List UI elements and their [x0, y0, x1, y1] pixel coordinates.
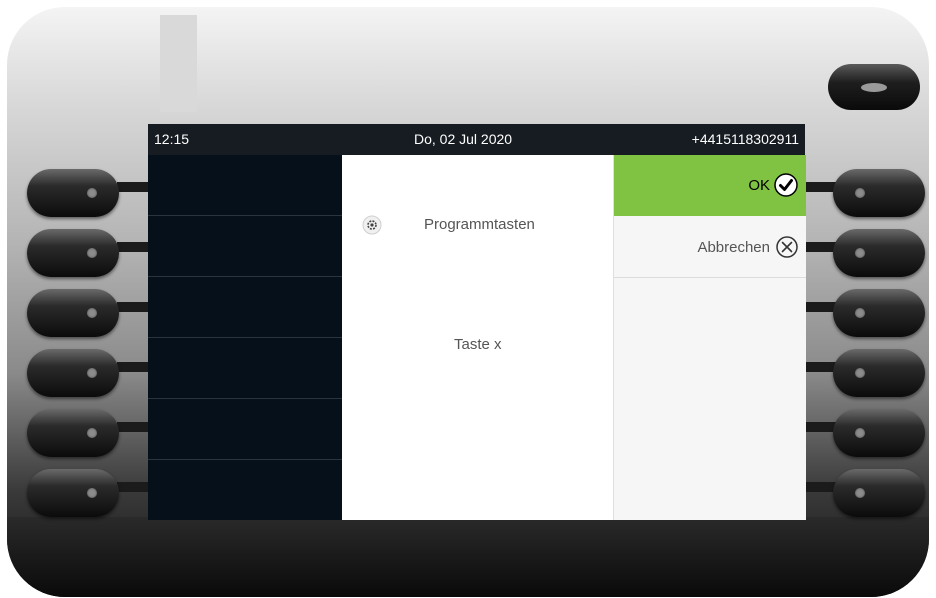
left-key-1[interactable] [27, 169, 119, 217]
status-bar: 12:15 Do, 02 Jul 2020 +4415118302911 [148, 124, 805, 155]
key-led [855, 368, 865, 378]
ok-button-label: OK [748, 177, 770, 194]
left-key-slot-5[interactable] [148, 399, 342, 460]
right-key-5[interactable] [833, 409, 925, 457]
key-led [855, 308, 865, 318]
content-pane: Programmtasten Taste x [342, 155, 613, 520]
key-stem [803, 362, 837, 372]
display-screen: 12:15 Do, 02 Jul 2020 +4415118302911 Pro… [148, 124, 806, 520]
x-circle-icon [776, 236, 798, 258]
key-led [87, 488, 97, 498]
key-led [87, 428, 97, 438]
right-key-6[interactable] [833, 469, 925, 517]
key-stem [803, 182, 837, 192]
cancel-button[interactable]: Abbrechen [614, 216, 806, 278]
left-key-slot-2[interactable] [148, 216, 342, 277]
ok-button[interactable]: OK [614, 155, 806, 216]
key-stem [803, 422, 837, 432]
key-led [87, 308, 97, 318]
key-stem [803, 242, 837, 252]
right-key-3[interactable] [833, 289, 925, 337]
left-key-slot-1[interactable] [148, 155, 342, 216]
key-value-label: Taste x [454, 336, 502, 353]
check-circle-icon [774, 173, 798, 197]
right-key-1[interactable] [833, 169, 925, 217]
key-led [855, 188, 865, 198]
action-pane: OK Abbrechen [613, 155, 806, 520]
key-stem [803, 302, 837, 312]
key-indicator [861, 83, 887, 92]
left-key-5[interactable] [27, 409, 119, 457]
right-key-2[interactable] [833, 229, 925, 277]
key-led [855, 248, 865, 258]
left-key-labels-pane [148, 155, 342, 520]
left-key-slot-3[interactable] [148, 277, 342, 338]
key-led [855, 428, 865, 438]
status-date: Do, 02 Jul 2020 [414, 131, 513, 147]
key-stem [803, 482, 837, 492]
left-key-slot-4[interactable] [148, 338, 342, 399]
left-key-2[interactable] [27, 229, 119, 277]
top-right-key[interactable] [828, 64, 920, 110]
left-key-4[interactable] [27, 349, 119, 397]
cancel-button-label: Abbrechen [697, 239, 770, 256]
left-key-6[interactable] [27, 469, 119, 517]
gear-icon [362, 215, 382, 235]
status-phone-number: +4415118302911 [691, 131, 799, 147]
key-led [87, 248, 97, 258]
left-key-3[interactable] [27, 289, 119, 337]
right-key-4[interactable] [833, 349, 925, 397]
left-key-slot-6[interactable] [148, 460, 342, 520]
key-led [87, 188, 97, 198]
status-time: 12:15 [154, 131, 190, 147]
key-led [855, 488, 865, 498]
key-led [87, 368, 97, 378]
menu-item-label: Programmtasten [424, 216, 535, 233]
message-indicator-tab [160, 15, 197, 112]
